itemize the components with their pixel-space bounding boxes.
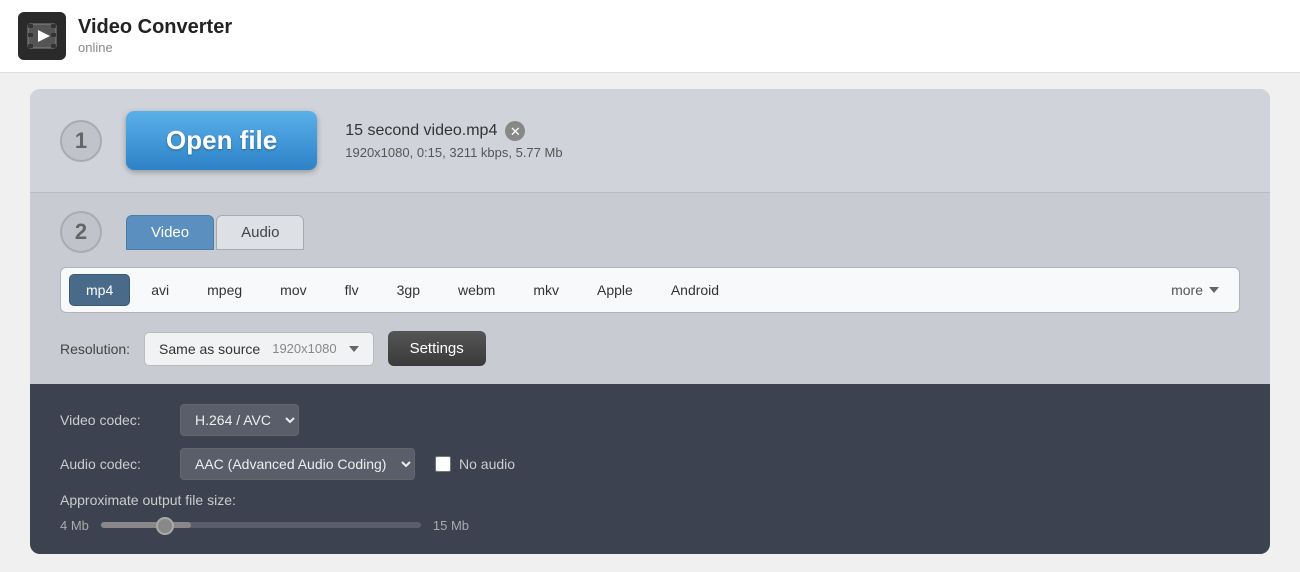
video-codec-row: Video codec: H.264 / AVC	[60, 404, 1240, 436]
main-panel: 1 Open file 15 second video.mp4 ✕ 1920x1…	[30, 89, 1270, 554]
no-audio-label: No audio	[459, 456, 515, 472]
resolution-detail: 1920x1080	[272, 341, 336, 356]
app-subtitle: online	[78, 40, 113, 55]
remove-file-button[interactable]: ✕	[505, 121, 525, 141]
resolution-row: Resolution: Same as source 1920x1080 Set…	[60, 331, 1240, 384]
format-avi[interactable]: avi	[134, 274, 186, 306]
format-more-button[interactable]: more	[1159, 276, 1231, 304]
format-3gp[interactable]: 3gp	[380, 274, 437, 306]
video-codec-select[interactable]: H.264 / AVC	[180, 404, 299, 436]
format-mpeg[interactable]: mpeg	[190, 274, 259, 306]
filesize-row: Approximate output file size: 4 Mb 15 Mb	[60, 492, 1240, 534]
no-audio-row: No audio	[435, 456, 515, 472]
tab-audio[interactable]: Audio	[216, 215, 304, 250]
app-header: Video Converter online	[0, 0, 1300, 73]
slider-min-label: 4 Mb	[60, 518, 89, 533]
filesize-label: Approximate output file size:	[60, 492, 1240, 508]
format-type-tabs: Video Audio	[126, 215, 306, 250]
file-name-row: 15 second video.mp4 ✕	[345, 121, 562, 141]
tab-video[interactable]: Video	[126, 215, 214, 250]
video-codec-label: Video codec:	[60, 412, 170, 428]
format-selector-row: mp4 avi mpeg mov flv 3gp webm mkv Apple …	[60, 267, 1240, 313]
step2-section: 2 Video Audio mp4 avi mpeg mov flv 3gp w…	[30, 193, 1270, 384]
slider-row: 4 Mb 15 Mb	[60, 516, 1240, 534]
format-flv[interactable]: flv	[328, 274, 376, 306]
app-logo	[18, 12, 66, 60]
chevron-down-icon	[1209, 287, 1219, 293]
audio-codec-select[interactable]: AAC (Advanced Audio Coding)	[180, 448, 415, 480]
resolution-label: Resolution:	[60, 341, 130, 357]
step3-section: Video codec: H.264 / AVC Audio codec: AA…	[30, 384, 1270, 554]
step2-number: 2	[60, 211, 102, 253]
file-info: 15 second video.mp4 ✕ 1920x1080, 0:15, 3…	[345, 121, 562, 160]
format-mov[interactable]: mov	[263, 274, 323, 306]
step2-header: 2 Video Audio	[60, 211, 1240, 253]
app-title-block: Video Converter online	[78, 16, 232, 57]
filesize-slider-container	[101, 516, 421, 534]
no-audio-checkbox[interactable]	[435, 456, 451, 472]
resolution-dropdown[interactable]: Same as source 1920x1080	[144, 332, 374, 366]
step1-number: 1	[60, 120, 102, 162]
filesize-slider[interactable]	[101, 523, 421, 529]
format-apple[interactable]: Apple	[580, 274, 650, 306]
file-name: 15 second video.mp4	[345, 122, 497, 140]
format-mkv[interactable]: mkv	[516, 274, 576, 306]
format-webm[interactable]: webm	[441, 274, 512, 306]
app-title: Video Converter	[78, 16, 232, 39]
slider-max-label: 15 Mb	[433, 518, 469, 533]
audio-codec-label: Audio codec:	[60, 456, 170, 472]
format-mp4[interactable]: mp4	[69, 274, 130, 306]
open-file-button[interactable]: Open file	[126, 111, 317, 170]
file-meta: 1920x1080, 0:15, 3211 kbps, 5.77 Mb	[345, 145, 562, 160]
audio-codec-row: Audio codec: AAC (Advanced Audio Coding)…	[60, 448, 1240, 480]
format-android[interactable]: Android	[654, 274, 736, 306]
step1-section: 1 Open file 15 second video.mp4 ✕ 1920x1…	[30, 89, 1270, 193]
chevron-down-icon	[349, 346, 359, 352]
settings-button[interactable]: Settings	[388, 331, 486, 366]
